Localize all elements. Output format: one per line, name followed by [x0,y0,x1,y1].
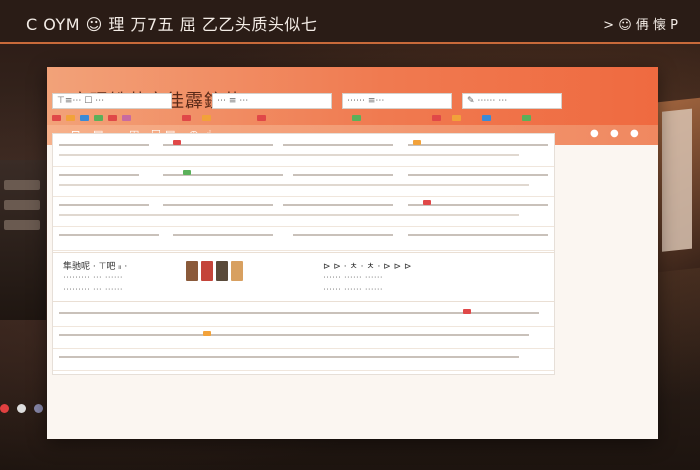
tag[interactable] [66,115,75,121]
status-dot [0,404,9,413]
status-dots [0,398,46,417]
background-monitor-left [0,160,46,320]
breadcrumb[interactable]: > ☺ 侢 懐 P [603,14,678,33]
toolbar-field[interactable]: ⊤≡⋯ ☐ ⋯ [52,93,172,109]
row-text [163,204,273,206]
tag[interactable] [182,115,191,121]
row-text [173,234,273,236]
status-dot [17,404,27,413]
top-bar: C OYM ☺ 理 万7五 屈 乙乙头质头似七 > ☺ 侢 懐 P [0,0,700,44]
row-chip [423,200,431,205]
monitor-screen [662,108,692,252]
nav-dot-icon[interactable]: ● [590,128,599,139]
content-grid: 隼驰呢 · ⊤吧 ᵢᵢ · ⋯⋯⋯ ⋯ ⋯⋯ ⋯⋯⋯ ⋯ ⋯⋯ ⊳ ⊳ · ㅊ … [52,133,555,375]
row-text [59,144,149,146]
monitor-strip [4,220,40,230]
row-text [59,334,529,336]
tag[interactable] [122,115,131,121]
row-text [408,174,548,176]
thumbnail[interactable] [231,261,243,281]
tag[interactable] [432,115,441,121]
page-title: C OYM ☺ 理 万7五 屈 乙乙头质头似七 [26,15,318,34]
row-text [283,144,393,146]
table-row[interactable] [53,350,554,371]
tag[interactable] [452,115,461,121]
row-text [59,174,139,176]
tag[interactable] [522,115,531,121]
toolbar-field[interactable]: ⋯⋯ ≡⋯ [342,93,452,109]
status-dot [34,404,44,413]
row-text [293,234,393,236]
nav-dot-icon[interactable]: ● [630,128,639,139]
tag[interactable] [94,115,103,121]
feature-line: ⋯⋯ ⋯⋯ ⋯⋯ [323,285,383,295]
thumbnail[interactable] [216,261,228,281]
feature-line: ⋯⋯⋯ ⋯ ⋯⋯ [63,285,123,295]
tag[interactable] [257,115,266,121]
feature-line: ⋯⋯⋯ ⋯ ⋯⋯ [63,273,123,283]
row-text [59,204,149,206]
row-text [59,184,529,186]
thumbnail[interactable] [186,261,198,281]
row-text [408,144,548,146]
row-chip [173,140,181,145]
tag[interactable] [52,115,61,121]
row-text [408,234,548,236]
feature-title: ⊳ ⊳ · ㅊ · ㅊ · ⊳ ⊳ ⊳ [323,262,412,272]
table-row[interactable] [53,328,554,349]
row-chip [463,309,471,314]
color-tags [52,115,572,125]
row-chip [413,140,421,145]
background-monitor-right [658,97,700,273]
tag[interactable] [108,115,117,121]
row-chip [203,331,211,336]
table-row[interactable] [53,228,554,251]
row-text [59,214,519,216]
featured-panel[interactable]: 隼驰呢 · ⊤吧 ᵢᵢ · ⋯⋯⋯ ⋯ ⋯⋯ ⋯⋯⋯ ⋯ ⋯⋯ ⊳ ⊳ · ㅊ … [53,252,554,302]
table-row[interactable] [53,168,554,197]
monitor-strip [4,200,40,210]
table-row[interactable] [53,198,554,227]
row-text [59,356,519,358]
feature-title: 隼驰呢 · ⊤吧 ᵢᵢ · [63,262,128,272]
thumbnail[interactable] [201,261,213,281]
table-row[interactable] [53,138,554,167]
table-row[interactable] [53,306,554,327]
nav-dot-icon[interactable]: ● [610,128,619,139]
monitor-strip [4,180,40,190]
tag[interactable] [202,115,211,121]
search-input[interactable]: ✎ ⋯⋯ ⋯ [462,93,562,109]
row-text [163,174,283,176]
toolbar-field[interactable]: ⋯ ≡ ⋯ [212,93,332,109]
row-chip [183,170,191,175]
row-text [293,174,393,176]
feature-line: ⋯⋯ ⋯⋯ ⋯⋯ [323,273,383,283]
toolbar: ⊤≡⋯ ☐ ⋯ ⋯ ≡ ⋯ ⋯⋯ ≡⋯ ✎ ⋯⋯ ⋯ [52,93,572,111]
tag[interactable] [80,115,89,121]
row-text [59,154,519,156]
row-text [59,234,159,236]
tag[interactable] [352,115,361,121]
row-text [283,204,393,206]
tag[interactable] [482,115,491,121]
